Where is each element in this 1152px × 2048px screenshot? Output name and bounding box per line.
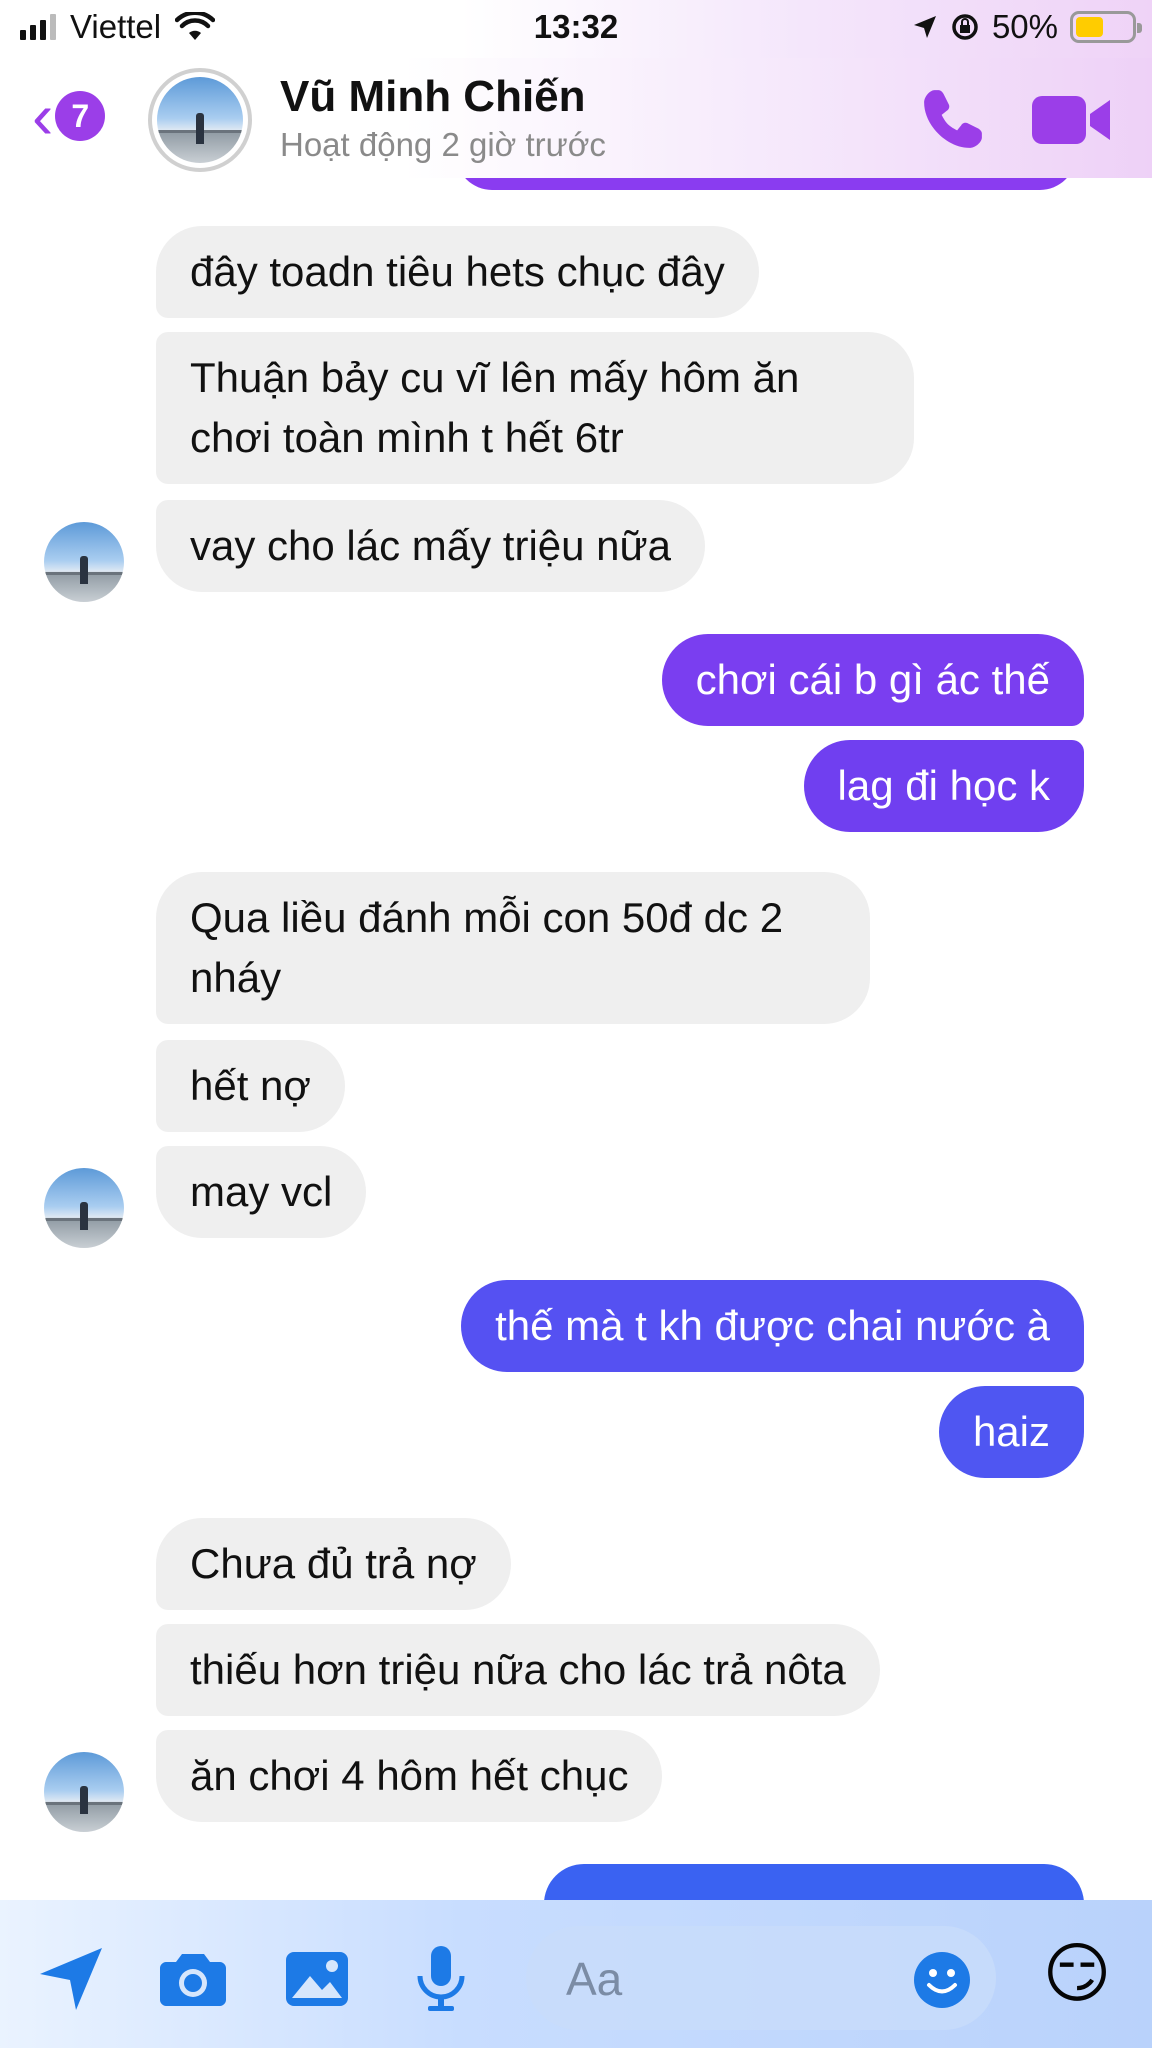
message-bubble-incoming[interactable]: hết nợ bbox=[156, 1040, 345, 1132]
wifi-icon bbox=[175, 12, 216, 40]
battery-icon bbox=[1070, 11, 1142, 43]
microphone-icon[interactable] bbox=[406, 1944, 476, 2014]
chevron-left-icon: ‹ bbox=[32, 80, 54, 152]
status-right: 50% bbox=[912, 8, 1142, 46]
image-icon[interactable] bbox=[282, 1944, 352, 2014]
video-icon[interactable] bbox=[1030, 92, 1112, 148]
message-bubble-incoming[interactable]: may vcl bbox=[156, 1146, 367, 1238]
message-bubble-incoming[interactable]: vay cho lác mấy triệu nữa bbox=[156, 500, 705, 592]
message-bubble-incoming[interactable]: thiếu hơn triệu nữa cho lác trả nôta bbox=[156, 1624, 880, 1716]
battery-fill bbox=[1076, 17, 1103, 37]
status-left: Viettel bbox=[20, 8, 216, 46]
message-input[interactable]: Aa bbox=[526, 1926, 996, 2030]
message-bubble-outgoing[interactable]: haiz bbox=[938, 1386, 1084, 1478]
unread-badge: 7 bbox=[55, 91, 106, 141]
status-bar: Viettel 13:32 50% bbox=[0, 0, 1152, 58]
smile-icon[interactable] bbox=[912, 1950, 972, 2010]
avatar-image bbox=[157, 77, 243, 163]
phone-icon[interactable] bbox=[920, 86, 986, 152]
contact-avatar[interactable] bbox=[148, 68, 252, 172]
avatar-image bbox=[44, 522, 124, 602]
message-bubble-partial-top bbox=[456, 178, 1076, 190]
carrier-label: Viettel bbox=[70, 8, 162, 45]
message-bubble-incoming[interactable]: đây toadn tiêu hets chục đây bbox=[156, 226, 759, 318]
quick-emoji-button[interactable]: 😏 bbox=[1040, 1936, 1114, 2010]
avatar-image bbox=[44, 1168, 124, 1248]
camera-icon[interactable] bbox=[158, 1944, 228, 2014]
message-bubble-outgoing[interactable]: chơi cái b gì ác thế bbox=[661, 634, 1084, 726]
battery-percent: 50% bbox=[991, 8, 1058, 45]
composer-bar: Aa 😏 bbox=[0, 1900, 1152, 2048]
send-arrow-icon[interactable] bbox=[36, 1944, 106, 2014]
avatar-image bbox=[44, 1752, 124, 1832]
message-bubble-outgoing[interactable]: thế mà t kh được chai nước à bbox=[461, 1280, 1084, 1372]
contact-avatar-small[interactable] bbox=[44, 1752, 124, 1832]
message-bubble-outgoing[interactable]: lag đi học k bbox=[803, 740, 1084, 832]
contact-name[interactable]: Vũ Minh Chiến bbox=[280, 72, 586, 122]
message-input-placeholder: Aa bbox=[566, 1953, 623, 2005]
contact-avatar-small[interactable] bbox=[44, 1168, 124, 1248]
message-bubble-incoming[interactable]: ăn chơi 4 hôm hết chục bbox=[156, 1730, 663, 1822]
contact-avatar-small[interactable] bbox=[44, 522, 124, 602]
active-status: Hoạt động 2 giờ trước bbox=[280, 126, 606, 163]
location-arrow-icon bbox=[913, 16, 936, 38]
rotation-lock-icon bbox=[952, 14, 978, 40]
message-list[interactable]: đây toadn tiêu hets chục đây Thuận bảy c… bbox=[0, 178, 1152, 1900]
message-bubble-partial-bottom bbox=[544, 1864, 1084, 1900]
message-bubble-incoming[interactable]: Qua liều đánh mỗi con 50đ dc 2 nháy bbox=[156, 872, 870, 1024]
conversation-header: ‹ 7 Vũ Minh Chiến Hoạt động 2 giờ trước bbox=[0, 58, 1152, 178]
signal-icon bbox=[20, 14, 56, 40]
back-button[interactable]: ‹ 7 bbox=[32, 80, 106, 152]
message-bubble-incoming[interactable]: Thuận bảy cu vĩ lên mấy hôm ăn chơi toàn… bbox=[156, 332, 914, 484]
message-bubble-incoming[interactable]: Chưa đủ trả nợ bbox=[156, 1518, 511, 1610]
